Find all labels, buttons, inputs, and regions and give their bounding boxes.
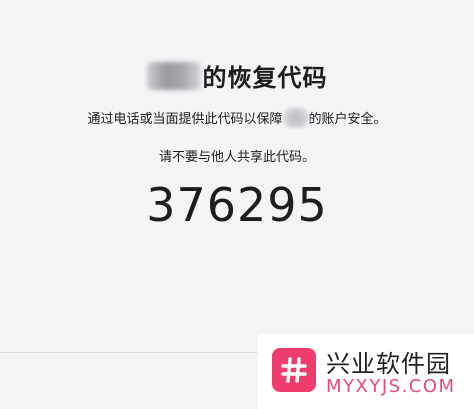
instruction-text: 通过电话或当面提供此代码以保障 的账户安全。 [0,108,474,128]
title-text: 的恢复代码 [202,64,328,92]
watermark-en: MYXYJS.COM [326,376,456,397]
watermark-cn: 兴业软件园 [326,350,451,378]
divider [0,352,258,353]
page-title: 的恢复代码 [0,58,474,93]
blurred-username [146,61,201,90]
recovery-code: 376295 [146,178,328,232]
warning-text: 请不要与他人共享此代码。 [158,150,315,165]
blurred-username-inline [282,108,309,128]
instruction-suffix: 的账户安全。 [308,112,387,127]
hash-logo-icon [272,348,316,392]
watermark: 兴业软件园 MYXYJS.COM [258,334,474,409]
instruction-prefix: 通过电话或当面提供此代码以保障 [87,112,283,127]
